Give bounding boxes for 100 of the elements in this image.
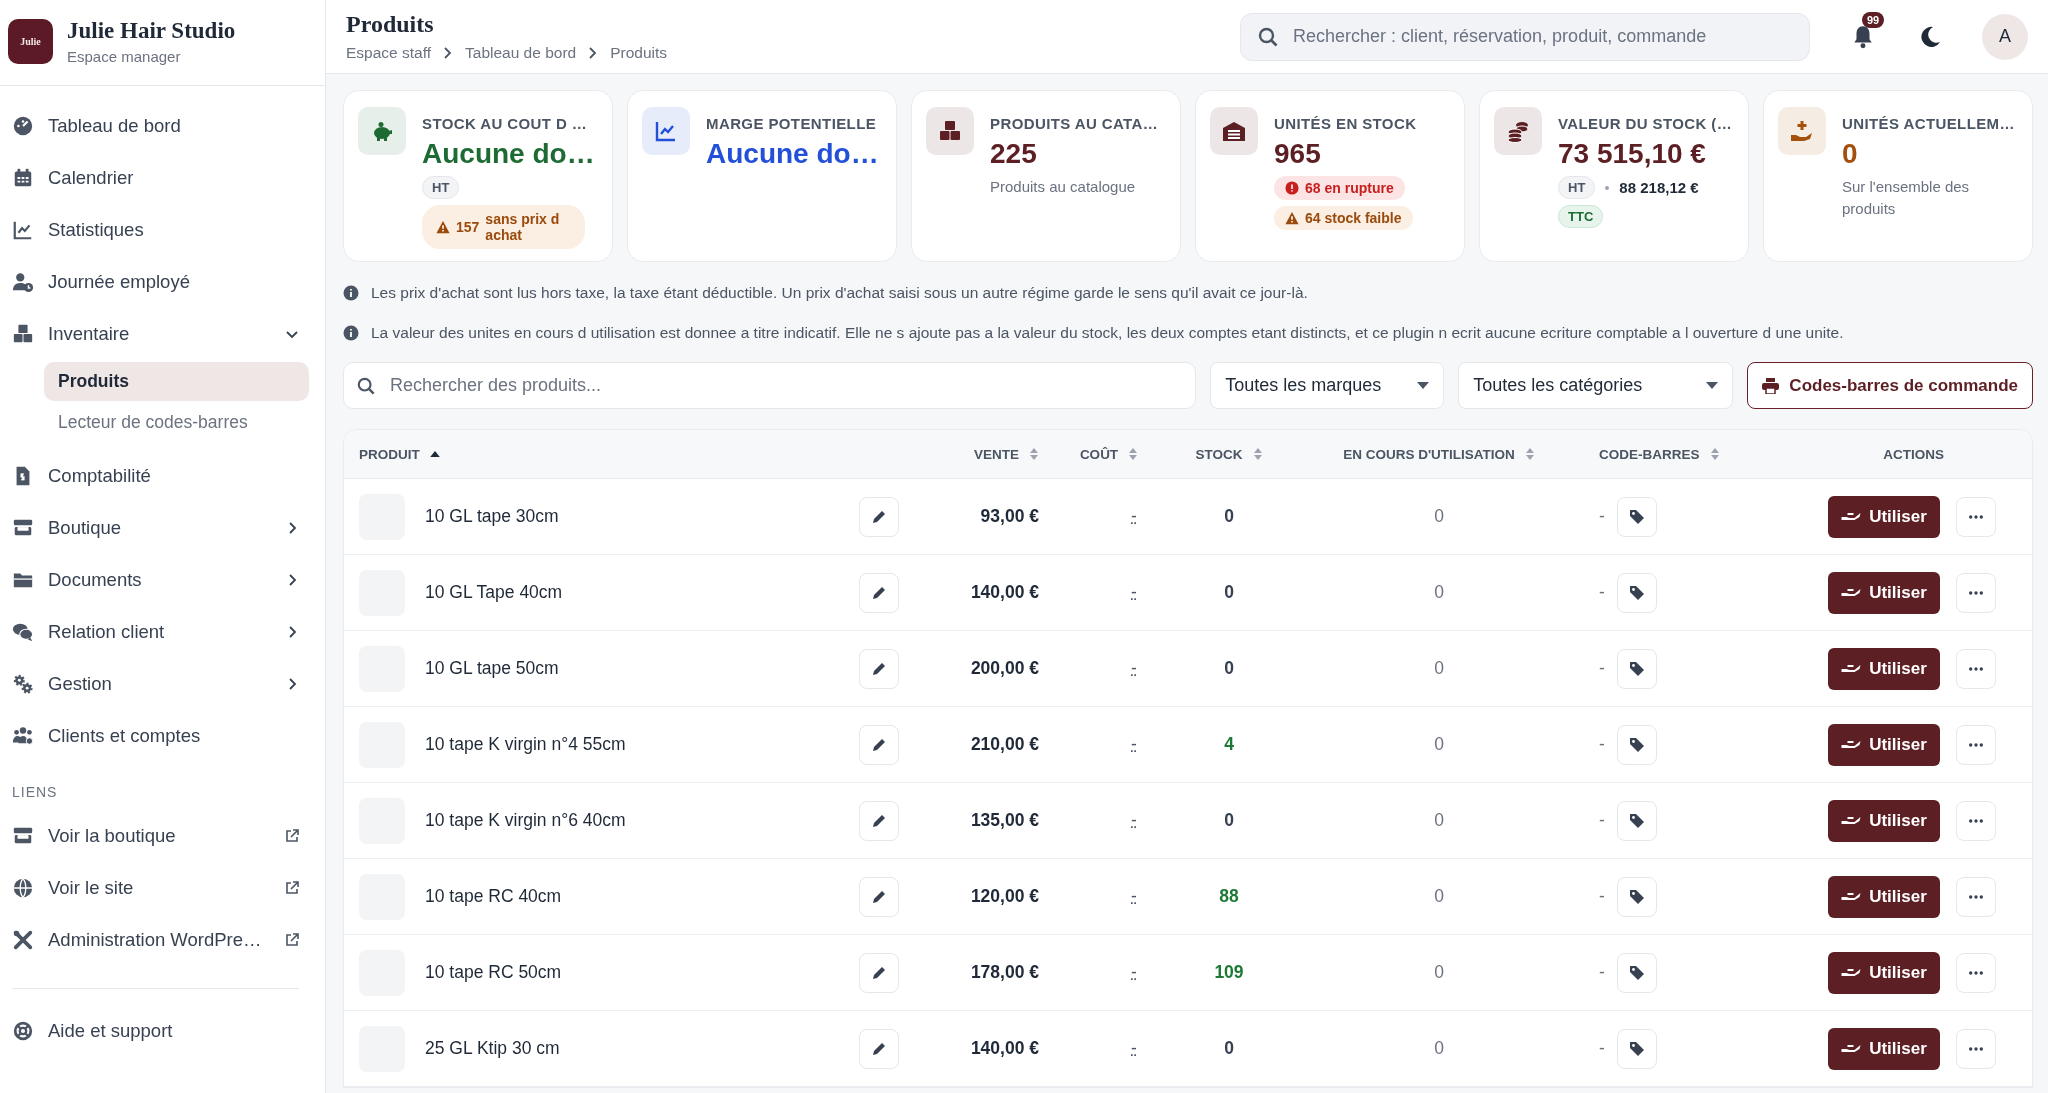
ellipsis-icon [1969, 894, 1983, 899]
edit-button[interactable] [859, 952, 899, 993]
brand-name: Julie Hair Studio [67, 18, 236, 44]
tag-icon [1628, 888, 1645, 905]
pencil-icon [871, 964, 887, 981]
tag-icon [1628, 508, 1645, 525]
use-button[interactable]: Utiliser [1828, 571, 1940, 614]
info-note: Les prix d'achat sont lus hors taxe, la taxe étant déductible. Un prix d'achat saisi sous un autre régime garde le sens qu'il avait ce jour-là. [371, 284, 1308, 302]
barcode-value: - [1599, 734, 1605, 755]
use-button[interactable]: Utiliser [1828, 723, 1940, 766]
tag-icon [1628, 736, 1645, 753]
warning-icon [436, 220, 450, 234]
use-button[interactable]: Utiliser [1828, 1027, 1940, 1070]
column-header[interactable]: EN COURS D'UTILISATION [1343, 446, 1515, 462]
category-dropdown[interactable]: Toutes les catégories [1458, 362, 1734, 409]
use-button[interactable]: Utiliser [1828, 951, 1940, 994]
barcode-value: - [1599, 658, 1605, 679]
brand-dropdown[interactable]: Toutes les marques [1210, 362, 1445, 409]
sidebar-item[interactable]: Journée employé [12, 256, 315, 308]
edit-button[interactable] [859, 648, 899, 689]
sidebar-item[interactable]: Documents [12, 554, 315, 606]
column-header[interactable]: PRODUIT [359, 446, 420, 462]
tag-icon [1628, 812, 1645, 829]
breadcrumb-link[interactable]: Tableau de bord [465, 44, 577, 62]
barcode-tag-button[interactable] [1616, 496, 1657, 537]
tag-icon [1628, 964, 1645, 981]
gears-icon [12, 673, 34, 695]
sale-price: 135,00 € [970, 810, 1039, 831]
sidebar-item[interactable]: Clients et comptes [12, 710, 315, 762]
chat-icon [12, 621, 34, 643]
card-value: Aucune do… [422, 138, 595, 170]
stock-value: 0 [1224, 810, 1234, 831]
section-heading: LIENS [12, 784, 59, 800]
sidebar-item[interactable]: Tableau de bord [12, 100, 315, 152]
barcode-order-button[interactable]: Codes-barres de commande [1747, 362, 2033, 409]
barcode-tag-button[interactable] [1616, 648, 1657, 689]
edit-button[interactable] [859, 724, 899, 765]
ellipsis-icon [1969, 970, 1983, 975]
caret-icon [1417, 381, 1430, 390]
barcode-tag-button[interactable] [1616, 724, 1657, 765]
barcode-value: - [1599, 810, 1605, 831]
product-search-field[interactable]: Rechercher des produits... [343, 362, 1197, 409]
sidebar-link[interactable]: Voir le site [12, 862, 315, 914]
ellipsis-icon [1969, 742, 1983, 747]
card-value: 965 [1274, 138, 1322, 170]
column-header[interactable]: COÛT [1079, 446, 1119, 462]
sidebar-subitem[interactable]: Produits [44, 362, 309, 401]
moon-icon[interactable] [1918, 24, 1942, 49]
edit-button[interactable] [859, 496, 899, 537]
search-icon [357, 376, 375, 395]
sidebar-item[interactable]: Comptabilité [12, 450, 315, 502]
sidebar-item[interactable]: Aide et support [12, 1005, 315, 1057]
cost-value: - [1131, 658, 1137, 679]
edit-button[interactable] [859, 572, 899, 613]
printer-icon [1762, 377, 1780, 394]
lifebuoy-icon [12, 1020, 34, 1042]
cost-value: - [1131, 582, 1137, 603]
ellipsis-icon [1969, 666, 1983, 671]
sidebar-item[interactable]: Relation client [12, 606, 315, 658]
sidebar-item[interactable]: Gestion [12, 658, 315, 710]
sort-ascending-icon[interactable] [429, 451, 440, 457]
barcode-value: - [1599, 962, 1605, 983]
column-header[interactable]: STOCK [1195, 446, 1243, 462]
sidebar-link[interactable]: Administration WordPre… [12, 914, 315, 966]
sidebar-link[interactable]: Voir la boutique [12, 810, 315, 862]
caret-icon [1706, 381, 1719, 390]
user-avatar[interactable]: A [1982, 13, 2028, 60]
global-search-field[interactable]: Rechercher : client, réservation, produit, commande [1240, 12, 1810, 61]
column-header[interactable]: VENTE [974, 446, 1019, 462]
use-button[interactable]: Utiliser [1828, 495, 1940, 538]
barcode-tag-button[interactable] [1616, 876, 1657, 917]
info-icon [343, 325, 359, 341]
barcode-tag-button[interactable] [1616, 952, 1657, 993]
edit-button[interactable] [859, 1028, 899, 1069]
barcode-tag-button[interactable] [1616, 1028, 1657, 1069]
edit-button[interactable] [859, 800, 899, 841]
breadcrumb-link[interactable]: Espace staff [346, 44, 431, 62]
product-name: 10 GL tape 30cm [425, 506, 559, 527]
edit-button[interactable] [859, 876, 899, 917]
sidebar-subitem[interactable]: Lecteur de codes-barres [44, 403, 309, 442]
sidebar-item[interactable]: Calendrier [12, 152, 315, 204]
chevron-icon [588, 47, 599, 59]
external-link-icon [285, 829, 299, 843]
sidebar-item[interactable]: Statistiques [12, 204, 315, 256]
sidebar-item[interactable]: Boutique [12, 502, 315, 554]
stock-value: 0 [1224, 582, 1234, 603]
sidebar-item[interactable]: Inventaire [12, 308, 315, 360]
sale-price: 178,00 € [970, 962, 1039, 983]
use-button[interactable]: Utiliser [1828, 875, 1940, 918]
use-button[interactable]: Utiliser [1828, 647, 1940, 690]
column-header[interactable]: CODE-BARRES [1599, 446, 1700, 462]
tag-icon [1628, 1040, 1645, 1057]
sale-price: 140,00 € [970, 1038, 1039, 1059]
barcode-tag-button[interactable] [1616, 572, 1657, 613]
barcode-value: - [1599, 506, 1605, 527]
product-name: 10 tape K virgin n°4 55cm [425, 734, 626, 755]
in-use-value: 0 [1434, 658, 1444, 679]
barcode-tag-button[interactable] [1616, 800, 1657, 841]
use-button[interactable]: Utiliser [1828, 799, 1940, 842]
amount-text: 88 218,12 € [1619, 179, 1699, 196]
